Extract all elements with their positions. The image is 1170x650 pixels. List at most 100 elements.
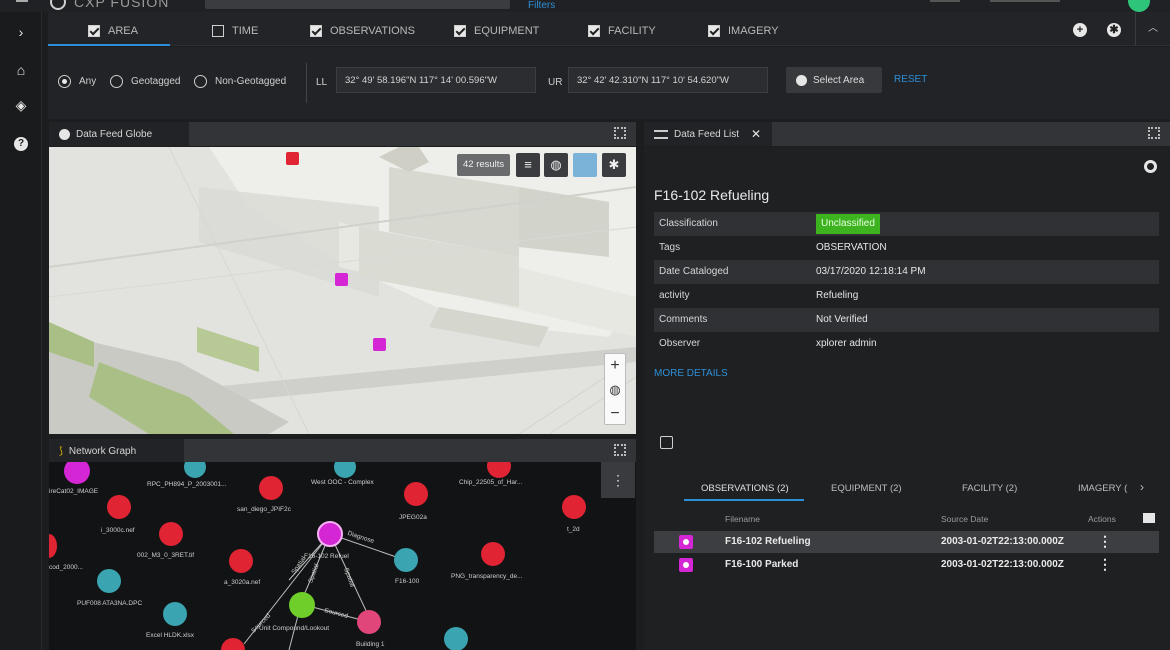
attribute-row: Classification Unclassified bbox=[654, 212, 1159, 236]
active-subtab-indicator bbox=[684, 499, 804, 501]
tab-time[interactable]: TIME bbox=[212, 21, 258, 41]
radio-non-geotagged-dot[interactable] bbox=[194, 75, 207, 88]
graph-node-doc-icon[interactable] bbox=[444, 627, 468, 650]
columns-toggle-icon[interactable] bbox=[1143, 513, 1155, 523]
subtab-observations[interactable]: OBSERVATIONS (2) bbox=[701, 483, 789, 494]
node-label: a_3020a.nef bbox=[224, 579, 261, 586]
radio-non-geotagged[interactable]: Non-Geotagged bbox=[194, 75, 286, 88]
gear-icon[interactable] bbox=[1144, 160, 1157, 173]
reset-link[interactable]: RESET bbox=[894, 74, 927, 85]
radio-geotagged[interactable]: Geotagged bbox=[110, 75, 181, 88]
tab-data-feed-list[interactable]: Data Feed List ✕ bbox=[644, 122, 772, 146]
ur-coordinate-field[interactable]: 32° 42' 42.310"N 117° 10' 54.620"W bbox=[568, 67, 768, 93]
gear-icon[interactable]: ✱ bbox=[602, 153, 626, 177]
help-icon[interactable]: ? bbox=[11, 131, 31, 151]
tab-area[interactable]: AREA bbox=[88, 21, 138, 41]
tab-label: FACILITY bbox=[608, 25, 656, 37]
subtab-next-chevron-icon[interactable]: › bbox=[1140, 480, 1144, 494]
graph-node-eye-icon[interactable] bbox=[289, 592, 315, 618]
column-header-actions: Actions bbox=[1088, 514, 1116, 524]
more-details-link[interactable]: MORE DETAILS bbox=[654, 368, 728, 379]
row-actions-icon[interactable]: ⋮ bbox=[1098, 556, 1112, 573]
column-header-source-date[interactable]: Source Date bbox=[941, 514, 988, 524]
subtab-facility[interactable]: FACILITY (2) bbox=[962, 483, 1017, 494]
expand-icon[interactable] bbox=[1148, 127, 1160, 139]
subtab-imagery[interactable]: IMAGERY ( bbox=[1078, 483, 1127, 494]
tab-label: AREA bbox=[108, 25, 138, 37]
zoom-out-icon[interactable]: − bbox=[605, 402, 625, 426]
tab-observations[interactable]: OBSERVATIONS bbox=[310, 21, 415, 41]
search-input[interactable] bbox=[205, 0, 510, 9]
network-icon: ⟆ bbox=[59, 445, 63, 457]
home-icon[interactable]: ⌂ bbox=[11, 60, 31, 80]
expand-icon[interactable] bbox=[614, 127, 626, 139]
network-graph[interactable]: Diagnose Spatial Spatial Spatial Sourced… bbox=[49, 462, 636, 650]
menu-icon[interactable] bbox=[16, 0, 28, 2]
graph-node-camera-icon[interactable] bbox=[481, 542, 505, 566]
divider bbox=[306, 63, 307, 103]
attribute-value: Not Verified bbox=[816, 314, 868, 325]
basemap-icon[interactable] bbox=[573, 153, 597, 177]
graph-node-doc-icon[interactable] bbox=[97, 569, 121, 593]
facility-checkbox[interactable] bbox=[588, 25, 600, 37]
node-label: Excel HLDK.xlsx bbox=[146, 632, 195, 639]
graph-menu-icon[interactable]: ⋮ bbox=[601, 462, 635, 498]
collapse-chevron-icon[interactable]: ︿ bbox=[1135, 12, 1170, 46]
graph-node-camera-icon[interactable] bbox=[229, 549, 253, 573]
tab-equipment[interactable]: EQUIPMENT bbox=[454, 21, 539, 41]
tab-network-graph[interactable]: ⟆ Network Graph bbox=[49, 439, 184, 463]
app-logo bbox=[50, 0, 66, 10]
expand-icon[interactable] bbox=[614, 444, 626, 456]
graph-node-target-icon[interactable] bbox=[317, 521, 343, 547]
globe-icon[interactable]: ◍ bbox=[544, 153, 568, 177]
row-actions-icon[interactable]: ⋮ bbox=[1098, 533, 1112, 550]
radio-any[interactable]: Any bbox=[58, 75, 96, 88]
settings-cluster-icon[interactable]: ✱ bbox=[1107, 23, 1121, 37]
subtab-equipment[interactable]: EQUIPMENT (2) bbox=[831, 483, 902, 494]
user-menu[interactable] bbox=[930, 0, 960, 2]
radio-any-dot[interactable] bbox=[58, 75, 71, 88]
graph-node-camera-icon[interactable] bbox=[562, 495, 586, 519]
close-icon[interactable]: ✕ bbox=[751, 127, 761, 141]
tab-label: IMAGERY bbox=[728, 25, 779, 37]
observations-checkbox[interactable] bbox=[310, 25, 322, 37]
graph-node-camera-icon[interactable] bbox=[404, 482, 428, 506]
graph-node-camera-icon[interactable] bbox=[259, 476, 283, 500]
tab-facility[interactable]: FACILITY bbox=[588, 21, 656, 41]
open-external-icon[interactable] bbox=[660, 436, 673, 449]
layers-icon[interactable]: ◈ bbox=[11, 95, 31, 115]
select-area-button[interactable]: Select Area bbox=[786, 67, 882, 93]
graph-node-camera-icon[interactable] bbox=[159, 522, 183, 546]
graph-node-camera-icon[interactable] bbox=[107, 495, 131, 519]
equipment-checkbox[interactable] bbox=[454, 25, 466, 37]
observation-pin-icon[interactable] bbox=[335, 273, 348, 286]
area-checkbox[interactable] bbox=[88, 25, 100, 37]
map-view[interactable]: 42 results ≡ ◍ ✱ + ◍ − bbox=[49, 147, 636, 434]
node-label: Building 1 bbox=[356, 641, 385, 648]
row-filename: F16-102 Refueling bbox=[725, 536, 811, 547]
graph-node-plane-icon[interactable] bbox=[394, 548, 418, 572]
observation-pin-icon[interactable] bbox=[373, 338, 386, 351]
camera-pin-icon[interactable] bbox=[286, 152, 299, 165]
table-row[interactable]: F16-100 Parked 2003-01-02T22:13:00.000Z … bbox=[654, 554, 1159, 576]
zoom-in-icon[interactable]: + bbox=[605, 354, 625, 378]
column-header-filename[interactable]: Filename bbox=[725, 514, 760, 524]
tab-imagery[interactable]: IMAGERY bbox=[708, 21, 779, 41]
filter-icon[interactable]: ≡ bbox=[516, 153, 540, 177]
filters-link[interactable]: Filters bbox=[528, 0, 555, 11]
time-checkbox[interactable] bbox=[212, 25, 224, 37]
workspace-menu[interactable] bbox=[990, 0, 1060, 2]
graph-node-doc-icon[interactable] bbox=[163, 602, 187, 626]
ll-coordinate-field[interactable]: 32° 49' 58.196"N 117° 14' 00.596"W bbox=[336, 67, 536, 93]
row-source-date: 2003-01-02T22:13:00.000Z bbox=[941, 536, 1064, 547]
globe-reset-icon[interactable]: ◍ bbox=[605, 378, 625, 402]
add-icon[interactable]: + bbox=[1073, 23, 1087, 37]
avatar[interactable] bbox=[1128, 0, 1150, 12]
table-row[interactable]: F16-102 Refueling 2003-01-02T22:13:00.00… bbox=[654, 531, 1159, 553]
imagery-checkbox[interactable] bbox=[708, 25, 720, 37]
graph-node-building-icon[interactable] bbox=[357, 610, 381, 634]
tab-data-feed-globe[interactable]: Data Feed Globe bbox=[49, 122, 189, 146]
tab-label: TIME bbox=[232, 25, 259, 37]
radio-geotagged-dot[interactable] bbox=[110, 75, 123, 88]
expand-chevron-icon[interactable]: › bbox=[11, 22, 31, 42]
